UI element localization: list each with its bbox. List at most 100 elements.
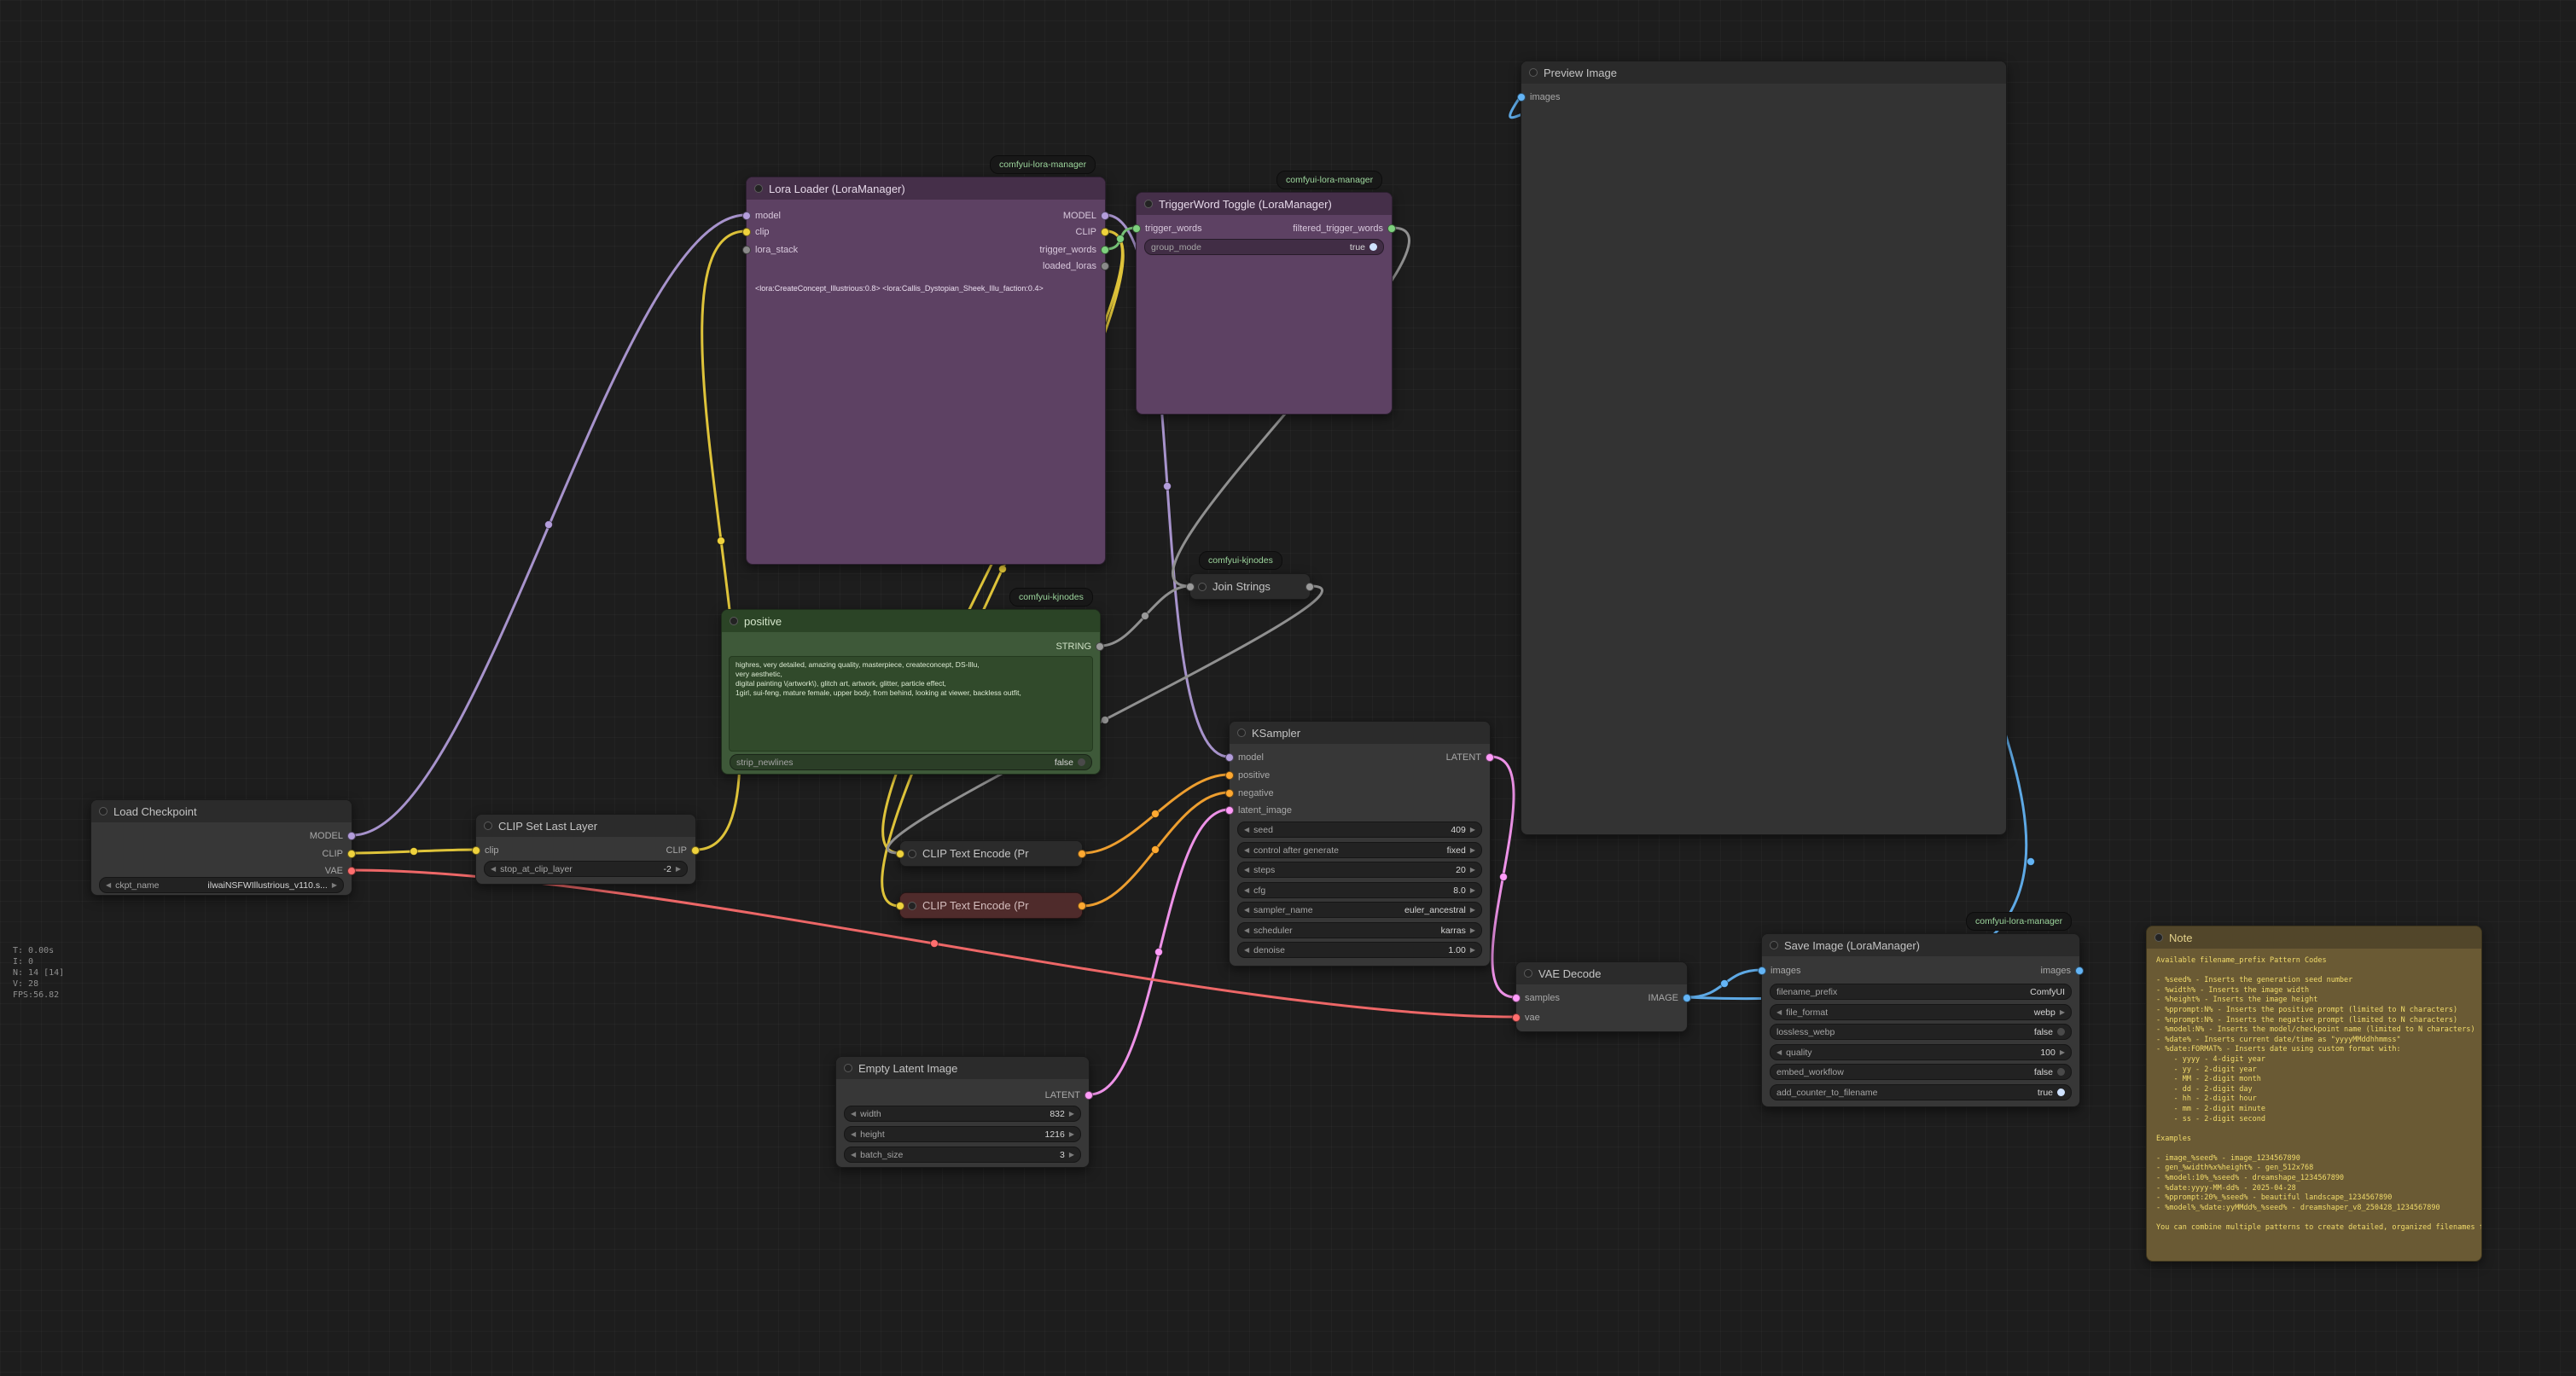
collapse-toggle-icon[interactable] (484, 822, 492, 830)
widget-embed-workflow[interactable]: embed_workflow false (1770, 1064, 2072, 1080)
decrement-arrow-icon[interactable]: ◀ (1244, 827, 1249, 833)
slot-dot-icon[interactable] (347, 850, 356, 858)
widget-seed[interactable]: ◀ seed 409 ▶ (1237, 822, 1482, 838)
widget-ckpt-name[interactable]: ◀ ckpt_name ilwaiNSFWIllustrious_v110.s.… (99, 877, 344, 893)
link-midpoint-dot[interactable] (410, 848, 418, 856)
input-slot-model[interactable]: model (1225, 751, 1264, 764)
node-clip-text-encode-negative[interactable]: CLIP Text Encode (Pr (899, 892, 1083, 919)
slot-dot-icon[interactable] (1225, 771, 1234, 780)
decrement-arrow-icon[interactable]: ◀ (1776, 1009, 1782, 1016)
widget-lossless-webp[interactable]: lossless_webp false (1770, 1024, 2072, 1040)
widget-scheduler[interactable]: ◀ scheduler karras ▶ (1237, 922, 1482, 938)
decrement-arrow-icon[interactable]: ◀ (106, 882, 111, 889)
output-slot-images[interactable]: images (2041, 964, 2084, 978)
input-slot-latent-image[interactable]: latent_image (1225, 804, 1292, 817)
node-header[interactable]: TriggerWord Toggle (LoraManager) (1137, 193, 1392, 215)
increment-arrow-icon[interactable]: ▶ (1470, 827, 1475, 833)
output-slot-latent[interactable]: LATENT (1446, 751, 1494, 764)
node-header[interactable]: KSampler (1230, 722, 1490, 744)
input-slot-trigger-words[interactable]: trigger_words (1132, 222, 1202, 235)
prompt-textarea[interactable]: highres, very detailed, amazing quality,… (729, 656, 1093, 752)
node-ksampler[interactable]: KSampler model positive negative latent_… (1229, 721, 1491, 967)
collapse-toggle-icon[interactable] (908, 850, 916, 858)
link-midpoint-dot[interactable] (1117, 235, 1125, 243)
node-header[interactable]: CLIP Set Last Layer (476, 815, 695, 837)
node-header[interactable]: VAE Decode (1516, 962, 1687, 984)
increment-arrow-icon[interactable]: ▶ (1069, 1131, 1074, 1138)
input-slot-samples[interactable]: samples (1512, 991, 1560, 1005)
lora-syntax-text[interactable]: <lora:CreateConcept_Illustrious:0.8> <lo… (755, 284, 1096, 293)
input-slot-images[interactable]: images (1758, 964, 1800, 978)
collapsed-output-dot-icon[interactable] (1078, 902, 1086, 910)
output-slot-loaded-loras[interactable]: loaded_loras (1043, 259, 1109, 273)
widget-denoise[interactable]: ◀ denoise 1.00 ▶ (1237, 942, 1482, 958)
slot-dot-icon[interactable] (1486, 753, 1494, 762)
slot-dot-icon[interactable] (1225, 789, 1234, 798)
collapse-toggle-icon[interactable] (1237, 729, 1246, 737)
increment-arrow-icon[interactable]: ▶ (1470, 927, 1475, 934)
slot-dot-icon[interactable] (1101, 262, 1109, 270)
slot-dot-icon[interactable] (1225, 806, 1234, 815)
node-save-image[interactable]: Save Image (LoraManager) images images f… (1761, 933, 2080, 1107)
output-slot-clip[interactable]: CLIP (323, 847, 356, 861)
link-midpoint-dot[interactable] (931, 940, 939, 948)
slot-dot-icon[interactable] (1096, 642, 1104, 651)
collapse-toggle-icon[interactable] (1529, 68, 1538, 77)
decrement-arrow-icon[interactable]: ◀ (1244, 847, 1249, 854)
node-clip-text-encode-positive[interactable]: CLIP Text Encode (Pr (899, 840, 1083, 867)
node-note[interactable]: Note Available filename_prefix Pattern C… (2146, 926, 2482, 1262)
input-slot-positive[interactable]: positive (1225, 769, 1270, 782)
link-midpoint-dot[interactable] (1155, 949, 1163, 956)
increment-arrow-icon[interactable]: ▶ (1069, 1111, 1074, 1118)
node-preview-image[interactable]: Preview Image images (1521, 61, 2007, 835)
toggle-knob-icon[interactable] (2057, 1089, 2065, 1096)
output-slot-filtered-trigger-words[interactable]: filtered_trigger_words (1293, 222, 1396, 235)
collapsed-input-dot-icon[interactable] (896, 902, 904, 910)
node-join-strings[interactable]: Join Strings (1189, 573, 1311, 600)
link-midpoint-dot[interactable] (1152, 810, 1160, 818)
increment-arrow-icon[interactable]: ▶ (332, 882, 337, 889)
widget-add-counter-to-filename[interactable]: add_counter_to_filename true (1770, 1084, 2072, 1100)
collapse-toggle-icon[interactable] (1770, 941, 1778, 949)
decrement-arrow-icon[interactable]: ◀ (851, 1152, 856, 1158)
collapse-toggle-icon[interactable] (908, 902, 916, 910)
widget-group-mode[interactable]: group_mode true (1144, 239, 1384, 255)
node-header[interactable]: CLIP Text Encode (Pr (900, 841, 1082, 866)
toggle-knob-icon[interactable] (2057, 1028, 2065, 1036)
collapse-toggle-icon[interactable] (1144, 200, 1153, 208)
increment-arrow-icon[interactable]: ▶ (1470, 887, 1475, 894)
node-header[interactable]: Preview Image (1521, 61, 2006, 84)
input-slot-negative[interactable]: negative (1225, 787, 1274, 800)
node-clip-set-last-layer[interactable]: CLIP Set Last Layer clip CLIP ◀ stop_at_… (475, 814, 696, 885)
slot-dot-icon[interactable] (1517, 93, 1526, 102)
widget-steps[interactable]: ◀ steps 20 ▶ (1237, 862, 1482, 878)
link-midpoint-dot[interactable] (1152, 846, 1160, 854)
increment-arrow-icon[interactable]: ▶ (676, 866, 681, 873)
link-midpoint-dot[interactable] (1164, 483, 1172, 491)
slot-dot-icon[interactable] (1512, 994, 1521, 1002)
node-header[interactable]: Empty Latent Image (836, 1057, 1089, 1079)
output-slot-clip[interactable]: CLIP (666, 844, 700, 857)
graph-canvas[interactable]: Preview Image images Load Checkpoint MOD… (0, 0, 2576, 1376)
widget-batch-size[interactable]: ◀ batch_size 3 ▶ (844, 1147, 1081, 1163)
note-text[interactable]: Available filename_prefix Pattern Codes … (2147, 949, 2481, 1261)
slot-dot-icon[interactable] (742, 246, 751, 254)
output-slot-trigger-words[interactable]: trigger_words (1039, 243, 1109, 257)
toggle-knob-icon[interactable] (2057, 1068, 2065, 1076)
slot-dot-icon[interactable] (1683, 994, 1691, 1002)
output-slot-string[interactable]: STRING (1055, 640, 1104, 653)
node-header[interactable]: Load Checkpoint (91, 800, 352, 822)
node-header[interactable]: CLIP Text Encode (Pr (900, 893, 1082, 918)
input-slot-clip[interactable]: clip (472, 844, 499, 857)
collapse-toggle-icon[interactable] (99, 807, 108, 816)
output-slot-model[interactable]: MODEL (310, 829, 356, 843)
widget-sampler-name[interactable]: ◀ sampler_name euler_ancestral ▶ (1237, 902, 1482, 918)
widget-cfg[interactable]: ◀ cfg 8.0 ▶ (1237, 882, 1482, 898)
link-midpoint-dot[interactable] (999, 566, 1007, 573)
collapse-toggle-icon[interactable] (2154, 933, 2163, 942)
toggle-knob-icon[interactable] (1369, 243, 1377, 251)
node-header[interactable]: positive (722, 610, 1100, 632)
collapse-toggle-icon[interactable] (730, 617, 738, 625)
increment-arrow-icon[interactable]: ▶ (1470, 907, 1475, 914)
output-slot-image[interactable]: IMAGE (1649, 991, 1691, 1005)
